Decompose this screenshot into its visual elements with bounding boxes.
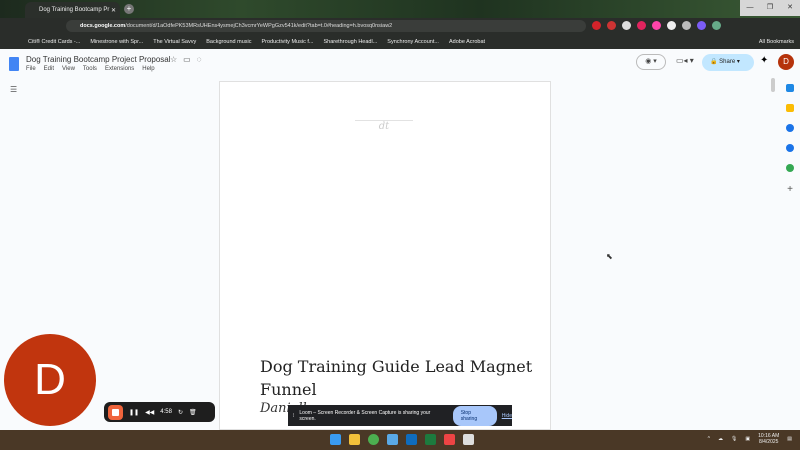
maps-icon[interactable] [786,164,794,172]
recorder-controls: ❚❚ ◀◀ 4:58 ↻ 🗑 [104,402,215,422]
address-bar[interactable]: docs.google.com/document/d/1aOdfePK53MRs… [66,20,586,32]
chevron-up-icon[interactable]: ^ [708,436,710,442]
date: 8/4/2025 [758,439,779,445]
extension-icon[interactable] [592,21,601,30]
tab-title: Dog Training Bootcamp Pr [39,7,110,13]
all-bookmarks[interactable]: All Bookmarks [759,39,794,45]
pause-icon[interactable]: ❚❚ [129,409,139,416]
close-tab-icon[interactable]: ✕ [111,7,116,14]
star-icon[interactable]: ☆ [170,55,177,64]
excel-icon[interactable] [425,434,436,445]
chrome-icon[interactable] [368,434,379,445]
snipping-tool-icon[interactable] [463,434,474,445]
stop-sharing-button[interactable]: Stop sharing [452,405,497,426]
extension-icon[interactable] [652,21,661,30]
move-folder-icon[interactable]: ▭ [183,55,191,64]
minimize-button[interactable]: — [740,0,760,16]
status-icon[interactable]: ◌ [197,55,202,64]
scrollbar[interactable] [771,78,775,92]
menu-edit[interactable]: Edit [44,66,54,72]
menu-extensions[interactable]: Extensions [105,66,134,72]
bookmark[interactable]: Minestrone with Spr... [90,39,143,45]
extension-icon[interactable] [637,21,646,30]
menu-view[interactable]: View [62,66,75,72]
bookmark[interactable]: Citi® Credit Cards -... [28,39,80,45]
mouse-cursor-icon: ⬉ [606,252,613,261]
profile-icon[interactable] [712,21,721,30]
contacts-icon[interactable] [786,144,794,152]
extension-icon[interactable] [682,21,691,30]
hide-link[interactable]: Hide [502,413,512,419]
clock[interactable]: 10:16 AM 8/4/2025 [758,433,779,445]
outlook-icon[interactable] [406,434,417,445]
keep-icon[interactable] [786,104,794,112]
mail-icon[interactable] [387,434,398,445]
acrobat-icon[interactable] [444,434,455,445]
gemini-icon[interactable]: ✦ [760,55,768,66]
address-bar-row: docs.google.com/document/d/1aOdfePK53MRs… [0,18,800,34]
menu-bar: File Edit View Tools Extensions Help [26,66,155,72]
extension-icon[interactable] [607,21,616,30]
bookmark[interactable]: Synchrony Account... [387,39,439,45]
camera-bubble[interactable]: D [4,334,96,426]
screen-sharing-bar: ⁞ Loom – Screen Recorder & Screen Captur… [288,405,512,426]
bookmark[interactable]: The Virtual Savvy [153,39,196,45]
maximize-button[interactable]: ❐ [760,0,780,16]
browser-tab-bar: Dog Training Bootcamp Pr ✕ + — ❐ ✕ [0,0,800,18]
notification-icon[interactable]: ▤ [787,436,792,442]
microphone-icon[interactable]: 🎙 [731,436,737,442]
browser-tab[interactable]: Dog Training Bootcamp Pr ✕ [25,2,120,18]
recording-timer: 4:58 [160,409,172,415]
stop-recording-button[interactable] [108,404,123,420]
taskbar: ^ ☁ 🎙 ▣ 10:16 AM 8/4/2025 ▤ [0,430,800,450]
menu-tools[interactable]: Tools [83,66,97,72]
add-addon-icon[interactable]: + [787,184,793,195]
extension-icon[interactable] [667,21,676,30]
network-icon[interactable]: ▣ [745,436,750,442]
bookmark[interactable]: Background music [206,39,251,45]
restart-icon[interactable]: ↻ [178,409,183,416]
window-controls: — ❐ ✕ [740,0,800,16]
url-domain: docs.google.com [80,23,126,29]
document-title[interactable]: Dog Training Bootcamp Project Proposal [26,55,171,64]
bookmarks-bar: Citi® Credit Cards -... Minestrone with … [0,34,800,49]
meet-icon[interactable]: ▭◂ ▾ [676,56,694,65]
calendar-icon[interactable] [786,84,794,92]
sharing-message: Loom – Screen Recorder & Screen Capture … [299,409,431,422]
share-button[interactable]: 🔒 Share ▾ [702,54,754,71]
outline-icon[interactable]: ☰ [10,85,17,94]
bookmark[interactable]: Adobe Acrobat [449,39,485,45]
close-window-button[interactable]: ✕ [780,0,800,16]
cloud-icon[interactable]: ☁ [718,436,723,442]
share-label: Share [719,59,736,65]
extensions [592,21,721,30]
tasks-icon[interactable] [786,124,794,132]
document-heading: Dog Training Guide Lead Magnet Funnel [260,357,533,399]
new-tab-button[interactable]: + [124,4,134,14]
rewind-icon[interactable]: ◀◀ [145,409,154,416]
trash-icon[interactable]: 🗑 [189,409,197,416]
file-explorer-icon[interactable] [349,434,360,445]
start-icon[interactable] [330,434,341,445]
side-panel: + [780,80,800,425]
extension-icon[interactable] [697,21,706,30]
bookmark[interactable]: Productivity Music f... [262,39,314,45]
menu-file[interactable]: File [26,66,36,72]
bookmark[interactable]: Sharethrough Headl... [323,39,377,45]
drag-handle-icon[interactable]: ⁞ [293,413,294,419]
document-logo: dt [355,120,413,132]
view-mode-button[interactable]: ◉ ▾ [636,54,666,70]
url-path: /document/d/1aOdfePK53MRsUHEns4ysmejCh3v… [125,23,393,29]
menu-help[interactable]: Help [142,66,154,72]
extension-icon[interactable] [622,21,631,30]
docs-logo-icon[interactable] [9,57,19,71]
avatar[interactable]: D [778,54,794,70]
